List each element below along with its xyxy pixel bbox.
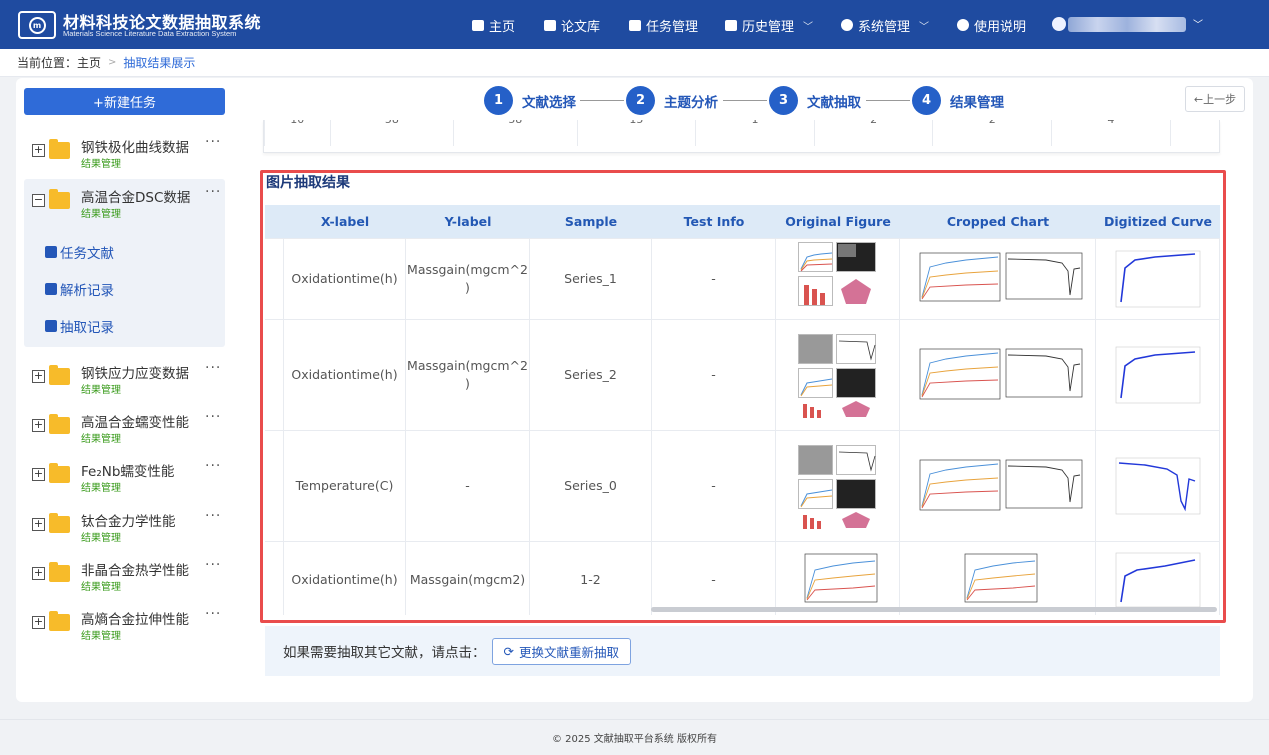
nav-history[interactable]: 历史管理 ﹀ [725, 15, 813, 35]
refresh-icon: ⟳ [503, 643, 514, 659]
expand-icon[interactable]: + [32, 567, 45, 580]
breadcrumb-current: 抽取结果展示 [123, 56, 196, 70]
folder-icon [49, 365, 70, 385]
expand-icon[interactable]: + [32, 144, 45, 157]
library-icon [544, 19, 556, 31]
main-panel: 1 文献选择 2 主题分析 3 文献抽取 4 结果管理 ←上一步 10 58 5… [234, 78, 1253, 702]
sub-link-parse-records[interactable]: 解析记录 [45, 279, 114, 299]
breadcrumb-home[interactable]: 主页 [77, 54, 101, 71]
copy-icon [45, 320, 57, 332]
nav-home[interactable]: 主页 [472, 15, 515, 35]
previous-table-row: 10 58 58 15 1 2 2 4 [263, 120, 1220, 153]
folder-icon [49, 414, 70, 434]
prev-step-button[interactable]: ←上一步 [1185, 86, 1245, 112]
highlight-frame [260, 170, 1226, 623]
chart-icon [45, 283, 57, 295]
more-icon[interactable]: ··· [205, 184, 221, 200]
step-2[interactable]: 2 主题分析 [626, 86, 718, 115]
more-icon[interactable]: ··· [205, 557, 221, 573]
logo-icon: m [18, 11, 56, 39]
nav-system[interactable]: 系统管理 ﹀ [841, 15, 929, 35]
avatar[interactable] [1052, 17, 1066, 31]
more-icon[interactable]: ··· [205, 508, 221, 524]
folder-icon [49, 513, 70, 533]
more-icon[interactable]: ··· [205, 606, 221, 622]
home-icon [472, 19, 484, 31]
top-navbar: m 材料科技论文数据抽取系统 Materials Science Literat… [0, 0, 1269, 49]
chevron-down-icon: ﹀ [919, 21, 930, 33]
sidebar: +新建任务 + 钢铁极化曲线数据 结果管理 ··· − 高温合金DSC数据 结果… [16, 78, 234, 702]
help-icon [957, 19, 969, 31]
sub-link-extract-records[interactable]: 抽取记录 [45, 316, 114, 336]
tree-item[interactable]: + 钢铁极化曲线数据 结果管理 ··· [16, 128, 234, 172]
chevron-down-icon: ﹀ [803, 21, 814, 33]
tree-item-active[interactable]: − 高温合金DSC数据 结果管理 ··· [16, 178, 234, 222]
expand-icon[interactable]: + [32, 468, 45, 481]
footer: © 2025 文献抽取平台系统 版权所有 [0, 719, 1269, 755]
step-3[interactable]: 3 文献抽取 [769, 86, 861, 115]
new-task-button[interactable]: +新建任务 [24, 88, 225, 115]
tree-item[interactable]: + 高温合金蠕变性能 结果管理 ··· [16, 403, 234, 447]
re-extract-button[interactable]: ⟳ 更换文献重新抽取 [491, 637, 631, 665]
folder-icon [49, 139, 70, 159]
folder-icon [49, 611, 70, 631]
nav-tasks[interactable]: 任务管理 [629, 15, 698, 35]
more-icon[interactable]: ··· [205, 458, 221, 474]
tree-item[interactable]: + 钢铁应力应变数据 结果管理 ··· [16, 354, 234, 398]
tree-item[interactable]: + Fe₂Nb蠕变性能 结果管理 ··· [16, 452, 234, 496]
tree-item[interactable]: + 钛合金力学性能 结果管理 ··· [16, 502, 234, 546]
more-icon[interactable]: ··· [205, 134, 221, 150]
folder-open-icon [49, 189, 70, 209]
step-connector [723, 100, 767, 101]
collapse-icon[interactable]: − [32, 194, 45, 207]
more-icon[interactable]: ··· [205, 409, 221, 425]
step-4[interactable]: 4 结果管理 [912, 86, 1004, 115]
expand-icon[interactable]: + [32, 616, 45, 629]
user-name-redacted[interactable] [1068, 17, 1186, 32]
document-icon [45, 246, 57, 258]
expand-icon[interactable]: + [32, 370, 45, 383]
folder-icon [49, 562, 70, 582]
nav-library[interactable]: 论文库 [544, 15, 600, 35]
expand-icon[interactable]: + [32, 518, 45, 531]
step-1[interactable]: 1 文献选择 [484, 86, 576, 115]
tree-item[interactable]: + 高熵合金拉伸性能 结果管理 ··· [16, 600, 234, 644]
step-connector [866, 100, 910, 101]
app-subtitle: Materials Science Literature Data Extrac… [63, 29, 237, 38]
tree-item[interactable]: + 非晶合金热学性能 结果管理 ··· [16, 551, 234, 595]
history-icon [725, 19, 737, 31]
expand-icon[interactable]: + [32, 419, 45, 432]
folder-icon [49, 463, 70, 483]
re-extract-bar: 如果需要抽取其它文献，请点击： ⟳ 更换文献重新抽取 [265, 626, 1220, 676]
chevron-down-icon[interactable]: ﹀ [1193, 16, 1203, 31]
step-connector [580, 100, 624, 101]
sub-link-task-docs[interactable]: 任务文献 [45, 242, 114, 262]
settings-icon [841, 19, 853, 31]
task-icon [629, 19, 641, 31]
more-icon[interactable]: ··· [205, 360, 221, 376]
breadcrumb: 当前位置： 主页 > 抽取结果展示 [0, 49, 1269, 77]
nav-help[interactable]: 使用说明 [957, 15, 1026, 35]
